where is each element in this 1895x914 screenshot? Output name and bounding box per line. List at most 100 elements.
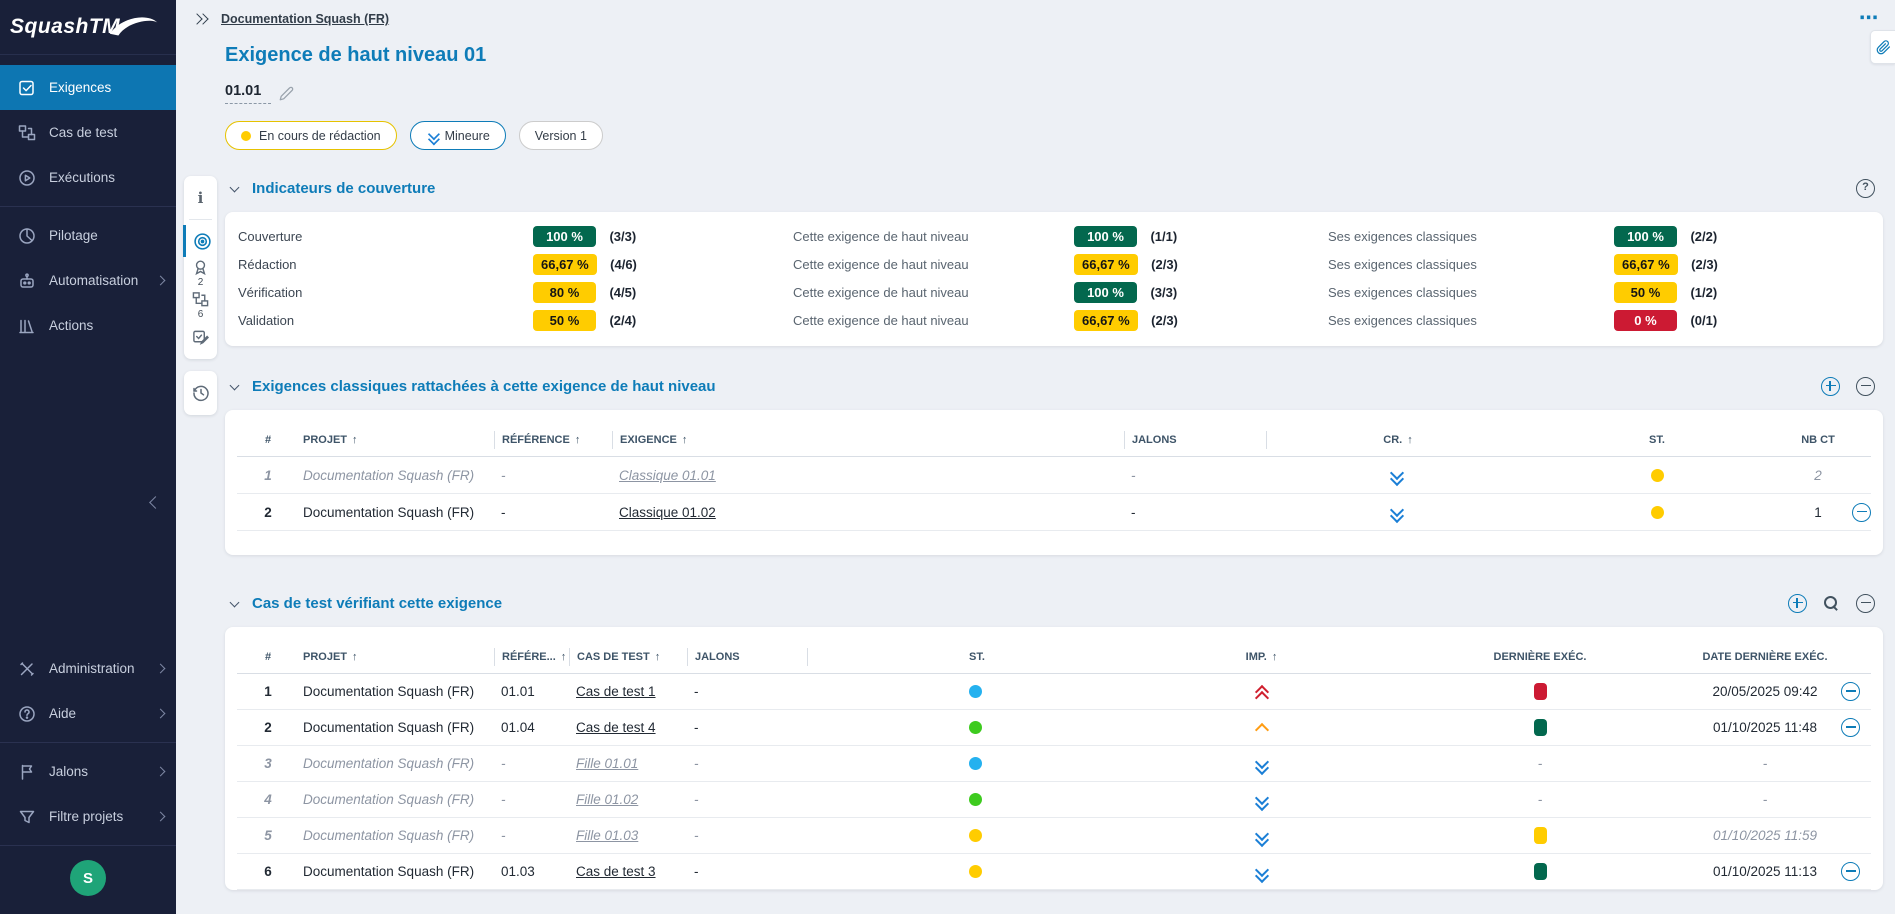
test-case-row[interactable]: 4 Documentation Squash (FR) - Fille 01.0… xyxy=(237,782,1871,818)
status-badge[interactable]: En cours de rédaction xyxy=(225,121,397,150)
sidebar-item-jalons[interactable]: Jalons xyxy=(0,749,176,794)
main-content: Documentation Squash (FR) ⋯ Exigence de … xyxy=(176,0,1895,914)
test-case-row[interactable]: 2 Documentation Squash (FR) 01.04 Cas de… xyxy=(237,710,1871,746)
version-badge[interactable]: Version 1 xyxy=(519,121,603,150)
coverage-row: Vérification 80 % (4/5) Cette exigence d… xyxy=(238,280,1883,308)
project-cell: Documentation Squash (FR) xyxy=(299,468,494,483)
actions-icon xyxy=(17,316,37,336)
status-dot xyxy=(969,721,982,734)
edit-reference-icon[interactable] xyxy=(279,86,294,101)
status-dot xyxy=(969,865,982,878)
sidebar-item-pilotage[interactable]: Pilotage xyxy=(0,213,176,258)
section-title[interactable]: Indicateurs de couverture xyxy=(252,180,435,197)
attach-test-case-button[interactable] xyxy=(1788,594,1807,613)
column-header-milestones[interactable]: JALONS xyxy=(1124,431,1266,449)
app-logo[interactable]: SquashTM xyxy=(0,0,176,55)
coverage-scope-label: Ses exigences classiques xyxy=(1328,257,1614,272)
collapse-section-icon[interactable] xyxy=(230,380,240,390)
detach-row-button[interactable] xyxy=(1841,682,1860,701)
sidebar-item-automatisation[interactable]: Automatisation xyxy=(0,258,176,303)
attachments-panel-button[interactable] xyxy=(1870,30,1895,64)
column-header-last-exec[interactable]: DERNIÈRE EXÉC. xyxy=(1380,651,1700,663)
sidebar-item-filtre-projets[interactable]: Filtre projets xyxy=(0,794,176,839)
search-icon[interactable] xyxy=(1823,595,1840,612)
detach-row-button[interactable] xyxy=(1841,718,1860,737)
column-header-test-case[interactable]: CAS DE TEST xyxy=(569,648,687,666)
info-icon: i xyxy=(198,189,204,207)
sidebar-item-executions[interactable]: Exécutions xyxy=(0,155,176,200)
test-case-row[interactable]: 6 Documentation Squash (FR) 01.03 Cas de… xyxy=(237,854,1871,890)
coverage-anchor-button[interactable] xyxy=(183,225,219,257)
test-case-row[interactable]: 3 Documentation Squash (FR) - Fille 01.0… xyxy=(237,746,1871,782)
test-case-row[interactable]: 5 Documentation Squash (FR) - Fille 01.0… xyxy=(237,818,1871,854)
last-exec-date-cell: 01/10/2025 11:59 xyxy=(1700,828,1830,843)
more-actions-button[interactable]: ⋯ xyxy=(1859,14,1879,24)
requirement-row[interactable]: 2 Documentation Squash (FR) - Classique … xyxy=(237,494,1871,531)
test-cases-anchor-button[interactable]: 6 xyxy=(184,289,217,321)
detach-row-button[interactable] xyxy=(1852,503,1871,522)
review-anchor-button[interactable] xyxy=(184,321,217,353)
sidebar-item-aide[interactable]: Aide xyxy=(0,691,176,736)
requirement-link[interactable]: Classique 01.02 xyxy=(619,505,716,520)
collapse-section-icon[interactable] xyxy=(230,182,240,192)
attach-requirement-button[interactable] xyxy=(1821,377,1840,396)
section-title[interactable]: Cas de test vérifiant cette exigence xyxy=(252,595,502,612)
column-header-requirement[interactable]: EXIGENCE xyxy=(612,431,1124,449)
column-header-reference[interactable]: RÉFÉRENCE xyxy=(494,431,612,449)
detach-requirement-button[interactable] xyxy=(1856,377,1875,396)
history-anchor-button[interactable] xyxy=(184,377,217,409)
test-case-link[interactable]: Cas de test 1 xyxy=(576,684,656,699)
column-header-reference[interactable]: RÉFÉRE... xyxy=(494,648,569,666)
column-header-status[interactable]: ST. xyxy=(1526,434,1788,446)
sidebar-collapse-button[interactable] xyxy=(0,348,176,507)
test-case-link[interactable]: Fille 01.01 xyxy=(576,756,638,771)
criticality-badge[interactable]: Mineure xyxy=(410,121,506,150)
column-header-nbct[interactable]: NB CT xyxy=(1788,434,1848,446)
detach-row-button[interactable] xyxy=(1841,862,1860,881)
collapse-section-icon[interactable] xyxy=(230,597,240,607)
row-number: 3 xyxy=(237,756,299,771)
detach-test-case-button[interactable] xyxy=(1856,594,1875,613)
reference-cell: 01.04 xyxy=(494,720,569,735)
user-avatar[interactable]: S xyxy=(70,860,106,896)
last-exec-placeholder: - xyxy=(1538,792,1543,807)
breadcrumb[interactable]: Documentation Squash (FR) xyxy=(221,12,389,26)
test-case-link[interactable]: Fille 01.02 xyxy=(576,792,638,807)
status-dot xyxy=(1651,469,1664,482)
requirement-link[interactable]: Classique 01.01 xyxy=(619,468,716,483)
information-anchor-button[interactable]: i xyxy=(184,182,217,214)
project-cell: Documentation Squash (FR) xyxy=(299,864,494,879)
content-body: i 2 6 xyxy=(176,176,1895,890)
coverage-percent-badge: 100 % xyxy=(1614,226,1677,247)
column-header-milestones[interactable]: JALONS xyxy=(687,648,807,666)
column-header-num[interactable]: # xyxy=(237,651,299,663)
section-title[interactable]: Exigences classiques rattachées à cette … xyxy=(252,378,716,395)
row-number: 2 xyxy=(237,505,299,520)
importance-icon xyxy=(1254,792,1269,808)
coverage-percent-badge: 0 % xyxy=(1614,310,1677,331)
column-header-last-exec-date[interactable]: DATE DERNIÈRE EXÉC. xyxy=(1700,651,1830,663)
reference-field[interactable]: 01.01 xyxy=(225,83,271,104)
sidebar-item-cas-de-test[interactable]: Cas de test xyxy=(0,110,176,155)
requirement-row[interactable]: 1 Documentation Squash (FR) - Classique … xyxy=(237,457,1871,494)
column-header-project[interactable]: PROJET xyxy=(299,651,494,663)
project-cell: Documentation Squash (FR) xyxy=(299,756,494,771)
test-case-row[interactable]: 1 Documentation Squash (FR) 01.01 Cas de… xyxy=(237,674,1871,710)
sidebar-item-administration[interactable]: Administration xyxy=(0,646,176,691)
test-case-link[interactable]: Cas de test 3 xyxy=(576,864,656,879)
expand-tree-button[interactable] xyxy=(193,15,205,23)
column-header-project[interactable]: PROJET xyxy=(299,434,494,446)
column-header-criticality[interactable]: CR. xyxy=(1266,431,1526,449)
column-header-status[interactable]: ST. xyxy=(807,648,1143,666)
sidebar-item-exigences[interactable]: Exigences xyxy=(0,65,176,110)
sidebar-divider xyxy=(0,742,176,743)
badges-row: En cours de rédaction Mineure Version 1 xyxy=(225,121,1895,150)
sidebar-item-actions[interactable]: Actions xyxy=(0,303,176,348)
column-header-importance[interactable]: IMP. xyxy=(1143,651,1380,663)
last-exec-placeholder: - xyxy=(1538,756,1543,771)
test-case-link[interactable]: Fille 01.03 xyxy=(576,828,638,843)
test-case-link[interactable]: Cas de test 4 xyxy=(576,720,656,735)
versions-anchor-button[interactable]: 2 xyxy=(184,257,217,289)
column-header-num[interactable]: # xyxy=(237,434,299,446)
help-icon[interactable] xyxy=(1856,179,1875,198)
